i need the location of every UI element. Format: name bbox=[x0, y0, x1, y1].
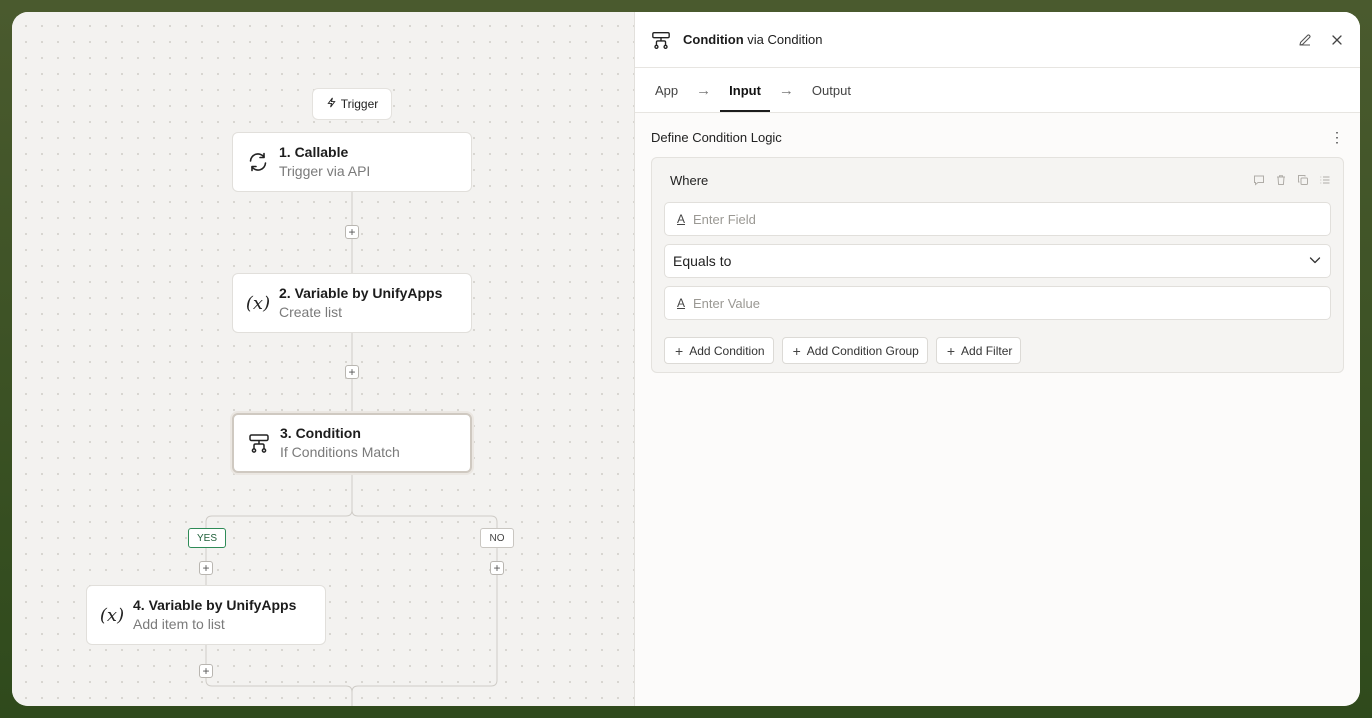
node-title: 4. Variable by UnifyApps bbox=[133, 597, 297, 613]
section-title: Define Condition Logic bbox=[651, 129, 782, 145]
add-step-no-button[interactable]: + bbox=[490, 561, 504, 575]
operator-select[interactable]: Equals to bbox=[664, 244, 1331, 278]
arrow-right-icon: → bbox=[696, 81, 712, 99]
app-window: Trigger 1. Callable Trigger via API + (x… bbox=[12, 12, 1360, 706]
add-step-button[interactable]: + bbox=[345, 225, 359, 239]
variable-icon: (x) bbox=[245, 292, 271, 314]
lightning-icon bbox=[326, 97, 337, 111]
node-subtitle: If Conditions Match bbox=[280, 444, 400, 460]
workflow-canvas[interactable]: Trigger 1. Callable Trigger via API + (x… bbox=[12, 12, 634, 706]
add-condition-button[interactable]: + Add Condition bbox=[664, 337, 774, 364]
field-input-wrapper: A bbox=[664, 202, 1331, 236]
more-options-icon[interactable]: ⋮ bbox=[1330, 130, 1344, 144]
tab-input[interactable]: Input bbox=[720, 70, 770, 112]
node-title: 2. Variable by UnifyApps bbox=[279, 285, 443, 301]
edit-icon[interactable] bbox=[1298, 33, 1312, 47]
comment-icon[interactable] bbox=[1253, 174, 1265, 186]
refresh-icon bbox=[245, 149, 271, 175]
value-input-wrapper: A bbox=[664, 286, 1331, 320]
node-title: 1. Callable bbox=[279, 144, 349, 160]
trigger-label: Trigger bbox=[340, 97, 379, 111]
node-subtitle: Add item to list bbox=[133, 616, 225, 632]
workflow-node-condition[interactable]: 3. Condition If Conditions Match bbox=[232, 413, 472, 473]
condition-icon bbox=[246, 430, 272, 456]
add-step-button[interactable]: + bbox=[345, 365, 359, 379]
plus-icon: + bbox=[792, 342, 801, 359]
trigger-badge[interactable]: Trigger bbox=[312, 88, 392, 120]
panel-title: Condition via Condition bbox=[683, 32, 823, 47]
node-subtitle: Trigger via API bbox=[279, 163, 371, 179]
variable-icon: (x) bbox=[99, 604, 125, 626]
delete-icon[interactable] bbox=[1275, 174, 1287, 186]
operator-value: Equals to bbox=[673, 253, 732, 269]
condition-icon bbox=[651, 29, 673, 51]
chevron-down-icon bbox=[1308, 253, 1322, 270]
tab-app[interactable]: App bbox=[655, 70, 678, 111]
yes-branch-label: YES bbox=[188, 528, 226, 548]
text-type-icon: A bbox=[677, 212, 686, 226]
add-step-button[interactable]: + bbox=[199, 664, 213, 678]
add-step-yes-button[interactable]: + bbox=[199, 561, 213, 575]
workflow-node-callable[interactable]: 1. Callable Trigger via API bbox=[232, 132, 472, 192]
field-input[interactable] bbox=[693, 211, 1318, 227]
workflow-node-variable-add[interactable]: (x) 4. Variable by UnifyApps Add item to… bbox=[86, 585, 326, 645]
add-condition-group-button[interactable]: + Add Condition Group bbox=[781, 337, 928, 364]
workflow-node-variable-create[interactable]: (x) 2. Variable by UnifyApps Create list bbox=[232, 273, 472, 333]
list-icon[interactable] bbox=[1319, 174, 1331, 186]
plus-icon: + bbox=[675, 342, 684, 359]
text-type-icon: A bbox=[677, 296, 686, 310]
copy-icon[interactable] bbox=[1297, 174, 1309, 186]
arrow-right-icon: → bbox=[778, 81, 794, 99]
close-icon[interactable] bbox=[1330, 33, 1344, 47]
step-tabs: App → Input → Output bbox=[635, 68, 1360, 113]
step-config-panel: Condition via Condition App → Input → Ou… bbox=[634, 12, 1360, 706]
condition-group: Where A Equals to A bbox=[651, 157, 1344, 373]
node-subtitle: Create list bbox=[279, 304, 343, 320]
value-input[interactable] bbox=[693, 295, 1318, 311]
where-label: Where bbox=[670, 172, 709, 188]
tab-output[interactable]: Output bbox=[812, 70, 851, 111]
plus-icon: + bbox=[946, 342, 956, 359]
panel-header: Condition via Condition bbox=[635, 12, 1360, 68]
section-header: Define Condition Logic ⋮ bbox=[635, 117, 1360, 157]
node-title: 3. Condition bbox=[280, 425, 361, 441]
add-filter-button[interactable]: + Add Filter bbox=[935, 337, 1022, 364]
no-branch-label: NO bbox=[480, 528, 514, 548]
